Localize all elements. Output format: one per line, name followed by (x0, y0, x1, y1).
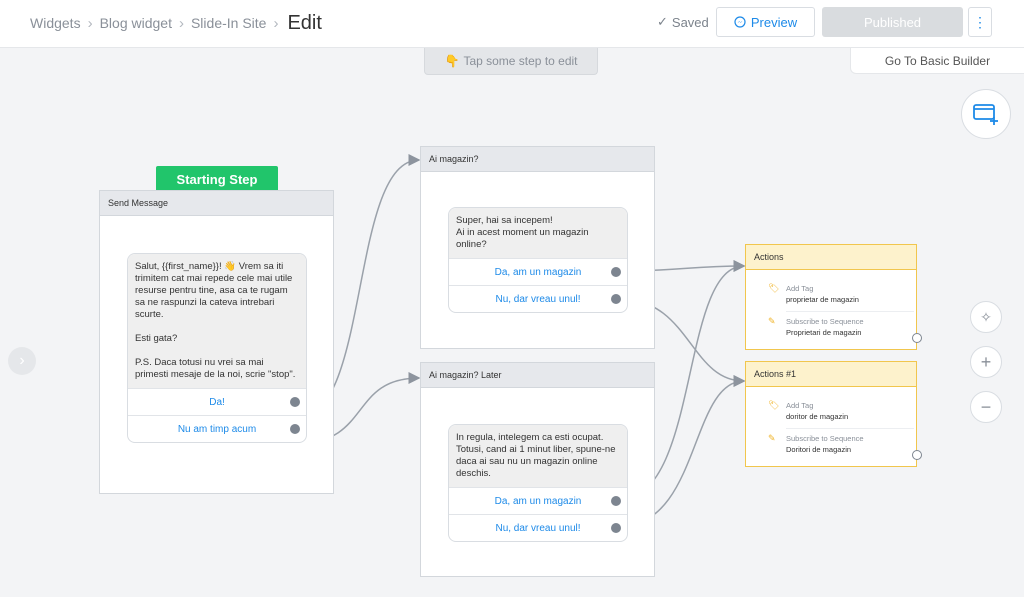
actions-node[interactable]: Actions 🏷 Add Tag proprietar de magazin … (745, 244, 917, 350)
reply-button-label: Nu, dar vreau unul! (495, 522, 581, 534)
more-options-button[interactable]: ⋮ (968, 7, 992, 37)
tag-icon: 🏷 (768, 283, 780, 293)
action-value: doritor de magazin (786, 412, 849, 421)
sequence-icon: ✎ (768, 433, 776, 443)
breadcrumb-blog-widget[interactable]: Blog widget (100, 15, 172, 31)
connector-dot[interactable] (912, 333, 922, 343)
tag-icon: 🏷 (768, 400, 780, 410)
add-step-button[interactable] (961, 89, 1011, 139)
ai-magazin-later-node[interactable]: Ai magazin? Later In regula, intelegem c… (420, 362, 655, 577)
reply-button[interactable]: Nu, dar vreau unul! (449, 514, 627, 541)
action-label: Subscribe to Sequence (786, 317, 864, 326)
chevron-right-icon: › (19, 352, 25, 369)
starting-step-badge: Starting Step (156, 166, 278, 192)
action-value: Doritori de magazin (786, 445, 852, 454)
reply-button[interactable]: Nu, dar vreau unul! (449, 285, 627, 312)
plus-icon: + (980, 351, 992, 372)
chevron-right-icon: › (178, 14, 184, 32)
edit-hint: 👇 Tap some step to edit (424, 48, 598, 75)
add-card-icon (973, 104, 998, 125)
message-card: Salut, {{first_name}}! 👋 Vrem sa iti tri… (127, 253, 307, 443)
action-label: Add Tag (786, 401, 814, 410)
connector-dot[interactable] (611, 294, 621, 304)
action-item: ✎ Subscribe to Sequence Doritori de maga… (768, 433, 908, 455)
action-value: proprietar de magazin (786, 295, 859, 304)
action-label: Add Tag (786, 284, 814, 293)
connector-dot[interactable] (290, 397, 300, 407)
reply-button[interactable]: Nu am timp acum (128, 415, 306, 442)
message-text: Salut, {{first_name}}! 👋 Vrem sa iti tri… (128, 254, 306, 388)
reply-button[interactable]: Da! (128, 388, 306, 415)
message-card: In regula, intelegem ca esti ocupat. Tot… (448, 424, 628, 542)
node-header: Actions #1 (746, 362, 916, 387)
breadcrumb: Widgets › Blog widget › Slide-In Site › … (30, 0, 322, 46)
action-item: 🏷 Add Tag proprietar de magazin (768, 283, 908, 305)
message-text: Super, hai sa incepem! Ai in acest momen… (449, 208, 627, 258)
breadcrumb-widgets[interactable]: Widgets (30, 15, 81, 31)
reply-button-label: Da! (209, 396, 225, 408)
reply-button-label: Nu am timp acum (177, 423, 257, 435)
magic-wand-button[interactable]: ✧ (970, 301, 1002, 333)
action-value: Proprietari de magazin (786, 328, 862, 337)
zoom-in-button[interactable]: + (970, 346, 1002, 378)
reply-button-label: Da, am un magazin (494, 266, 582, 278)
check-icon: ✓ (657, 14, 668, 29)
saved-label: Saved (671, 14, 709, 30)
node-header: Actions (746, 245, 916, 270)
actions-1-node[interactable]: Actions #1 🏷 Add Tag doritor de magazin … (745, 361, 917, 467)
divider (786, 428, 914, 429)
message-text: In regula, intelegem ca esti ocupat. Tot… (449, 425, 627, 487)
breadcrumb-slide-in-site[interactable]: Slide-In Site (191, 15, 266, 31)
page-title: Edit (287, 11, 322, 34)
reply-button-label: Nu, dar vreau unul! (495, 293, 581, 305)
preview-label: Preview (750, 14, 798, 30)
chevron-right-icon: › (87, 14, 93, 32)
message-card: Super, hai sa incepem! Ai in acest momen… (448, 207, 628, 313)
node-header: Ai magazin? (421, 147, 654, 172)
connector-dot[interactable] (611, 523, 621, 533)
messenger-icon (734, 16, 746, 28)
reply-button[interactable]: Da, am un magazin (449, 487, 627, 514)
action-item: 🏷 Add Tag doritor de magazin (768, 400, 908, 422)
action-item: ✎ Subscribe to Sequence Proprietari de m… (768, 316, 908, 338)
minus-icon: − (980, 396, 992, 417)
connector-dot[interactable] (912, 450, 922, 460)
node-header: Send Message (100, 191, 333, 216)
node-header: Ai magazin? Later (421, 363, 654, 388)
ai-magazin-node[interactable]: Ai magazin? Super, hai sa incepem! Ai in… (420, 146, 655, 349)
basic-builder-button[interactable]: Go To Basic Builder (850, 48, 1024, 74)
reply-button[interactable]: Da, am un magazin (449, 258, 627, 285)
pointing-hand-icon: 👇 (444, 54, 460, 68)
send-message-node[interactable]: Send Message Salut, {{first_name}}! 👋 Vr… (99, 190, 334, 494)
preview-button[interactable]: Preview (716, 7, 815, 37)
magic-wand-icon: ✧ (980, 308, 992, 325)
expand-sidebar-button[interactable]: › (8, 347, 36, 375)
published-button[interactable]: Published (822, 7, 963, 37)
sequence-icon: ✎ (768, 316, 776, 326)
chevron-right-icon: › (273, 14, 279, 32)
action-label: Subscribe to Sequence (786, 434, 864, 443)
divider (786, 311, 914, 312)
saved-status: ✓ Saved (657, 14, 709, 30)
connector-dot[interactable] (290, 424, 300, 434)
zoom-out-button[interactable]: − (970, 391, 1002, 423)
top-bar: Widgets › Blog widget › Slide-In Site › … (0, 0, 1024, 48)
connector-dot[interactable] (611, 496, 621, 506)
connector-dot[interactable] (611, 267, 621, 277)
hint-text: Tap some step to edit (463, 54, 578, 68)
reply-button-label: Da, am un magazin (494, 495, 582, 507)
